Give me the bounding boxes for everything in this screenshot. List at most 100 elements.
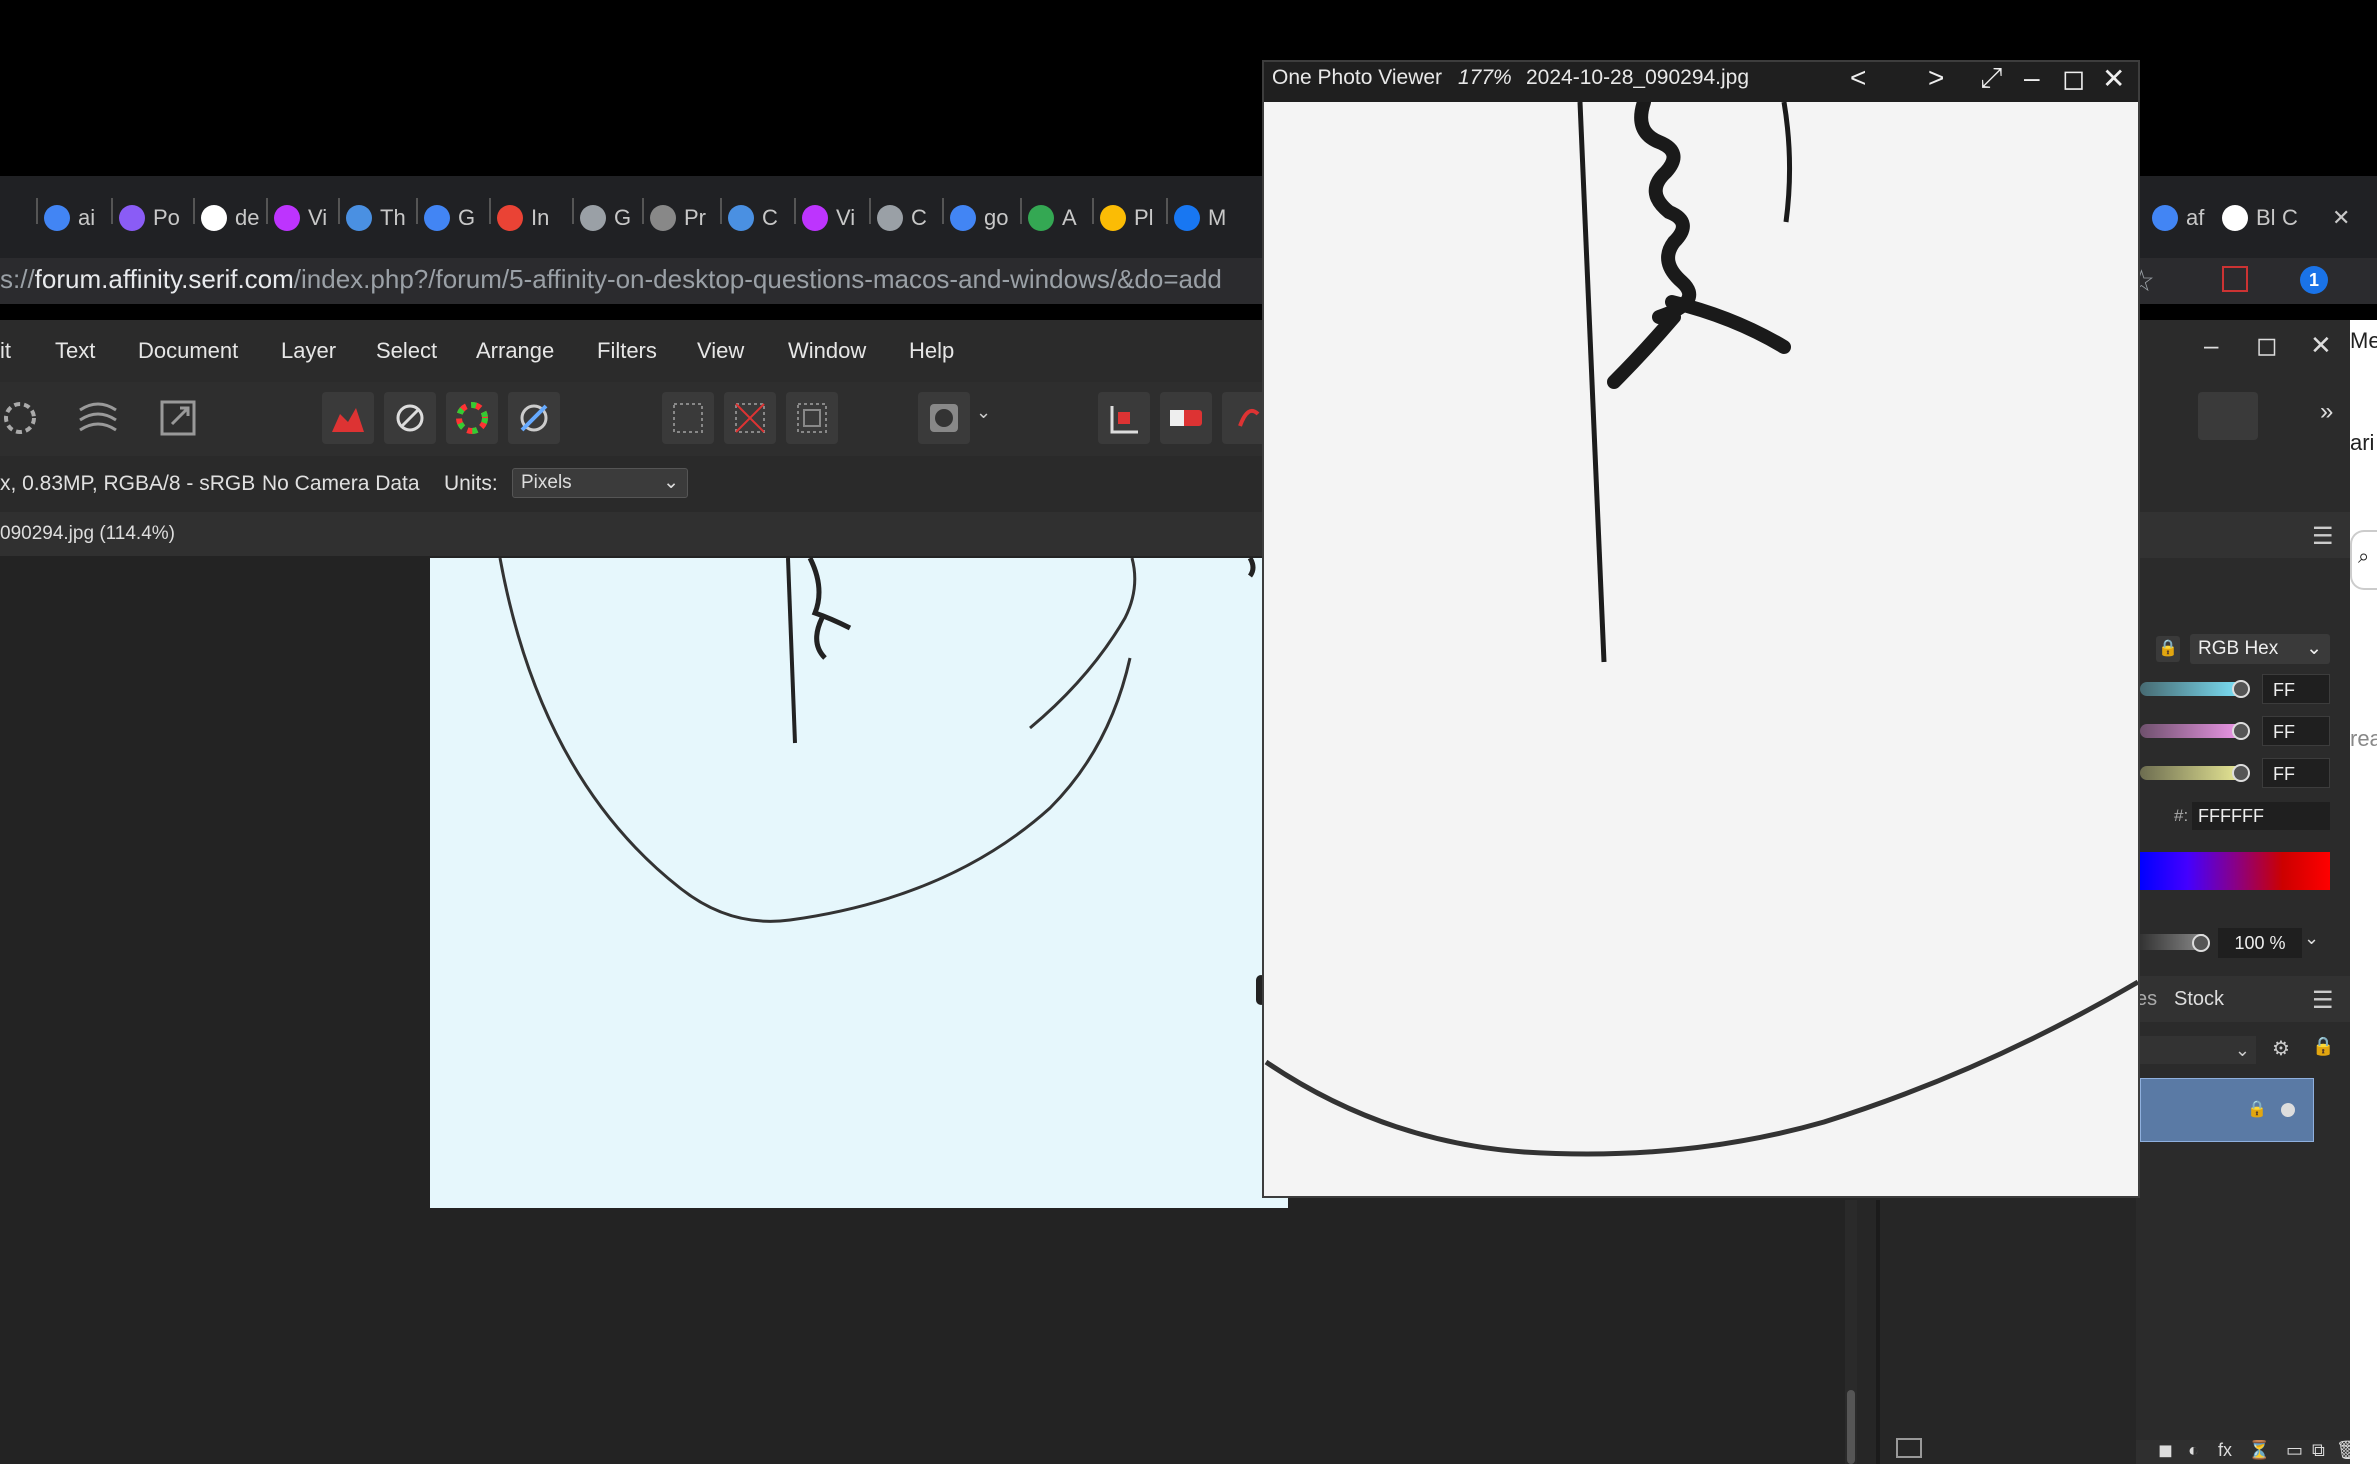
minimize-icon[interactable]: –: [2204, 330, 2218, 361]
browser-tab[interactable]: ai: [44, 198, 95, 238]
previous-icon[interactable]: <: [1850, 62, 1866, 94]
document-canvas[interactable]: [430, 556, 1288, 1208]
menu-edit[interactable]: it: [0, 338, 11, 364]
extension-icon[interactable]: [2222, 266, 2248, 292]
channel-value-input[interactable]: FF: [2262, 716, 2330, 746]
browser-tab[interactable]: C: [877, 198, 927, 238]
browser-tab[interactable]: go: [950, 198, 1008, 238]
menu-view[interactable]: View: [697, 338, 744, 364]
color-spectrum[interactable]: [2140, 852, 2330, 890]
close-icon[interactable]: ✕: [2310, 330, 2332, 361]
password-manager-icon[interactable]: 1: [2300, 266, 2328, 294]
tab-separator: [1020, 198, 1022, 224]
opacity-dropdown-icon[interactable]: ⌄: [2304, 928, 2319, 949]
color-mode-select[interactable]: RGB Hex ⌄: [2190, 634, 2330, 664]
layer-visibility-icon[interactable]: [2281, 1103, 2295, 1117]
levels-icon[interactable]: [322, 392, 374, 444]
menu-text[interactable]: Text: [55, 338, 95, 364]
browser-tab[interactable]: G: [580, 198, 631, 238]
channel-slider-knob[interactable]: [2232, 680, 2250, 698]
blend-mode-select[interactable]: ⌄: [2140, 1036, 2256, 1064]
assistant-icon[interactable]: [1160, 392, 1212, 444]
url-text[interactable]: s://forum.affinity.serif.com/index.php?/…: [0, 264, 1222, 295]
browser-tab[interactable]: Pr: [650, 198, 706, 238]
lock-icon[interactable]: 🔒: [2312, 1036, 2334, 1057]
group-icon[interactable]: ▭: [2286, 1440, 2303, 1461]
minimize-icon[interactable]: –: [2024, 62, 2040, 94]
maximize-icon[interactable]: ◻: [2256, 330, 2278, 361]
channel-value-input[interactable]: FF: [2262, 674, 2330, 704]
lock-icon[interactable]: 🔒: [2156, 636, 2180, 662]
tab-close-icon[interactable]: ✕: [2332, 198, 2350, 238]
browser-tab[interactable]: Vi: [274, 198, 327, 238]
maximize-icon[interactable]: ◻: [2062, 62, 2085, 95]
browser-tab[interactable]: Vi: [802, 198, 855, 238]
opacity-value[interactable]: 100 %: [2218, 928, 2302, 958]
snapping-icon[interactable]: [1098, 392, 1150, 444]
browser-tab[interactable]: Pl: [1100, 198, 1154, 238]
deselect-icon[interactable]: [724, 392, 776, 444]
opacity-slider-knob[interactable]: [2192, 934, 2210, 952]
panel-menu-icon[interactable]: ☰: [2312, 986, 2334, 1015]
scrollbar-thumb[interactable]: [1847, 1390, 1855, 1464]
browser-tab[interactable]: In: [497, 198, 549, 238]
auto-adjust-icon[interactable]: [508, 392, 560, 444]
quick-mask-dropdown-icon[interactable]: ⌄: [976, 402, 991, 423]
menu-filters[interactable]: Filters: [597, 338, 657, 364]
hsl-color-wheel-icon[interactable]: [446, 392, 498, 444]
channel-slider-knob[interactable]: [2232, 722, 2250, 740]
panel-menu-icon[interactable]: ☰: [2312, 522, 2334, 551]
gear-icon[interactable]: ⚙: [2272, 1036, 2290, 1061]
layer-lock-icon[interactable]: 🔒: [2247, 1099, 2267, 1119]
browser-tab[interactable]: de: [201, 198, 259, 238]
browser-tab[interactable]: C: [2282, 198, 2298, 238]
calendar-icon: [424, 205, 450, 231]
browser-tab[interactable]: G: [424, 198, 475, 238]
browser-tab[interactable]: af: [2152, 198, 2204, 238]
toolbar-button[interactable]: [2198, 392, 2258, 440]
browser-tab[interactable]: Po: [119, 198, 180, 238]
white-balance-icon[interactable]: [384, 392, 436, 444]
add-pixel-layer-icon[interactable]: ◼: [2158, 1440, 2173, 1461]
quick-mask-icon[interactable]: [918, 392, 970, 444]
browser-tab[interactable]: C: [728, 198, 778, 238]
channel-value-input[interactable]: FF: [2262, 758, 2330, 788]
facebook-icon: [1174, 205, 1200, 231]
adjustment-icon[interactable]: ◐: [2188, 1440, 2199, 1461]
fullscreen-icon[interactable]: ⤢: [1980, 62, 2002, 95]
invert-selection-icon[interactable]: [786, 392, 838, 444]
toolbar-overflow-icon[interactable]: »: [2320, 398, 2333, 426]
browser-tab[interactable]: M: [1174, 198, 1226, 238]
document-tab[interactable]: 090294.jpg (114.4%): [0, 523, 175, 545]
page-search-box[interactable]: ⌕: [2350, 530, 2377, 590]
menu-select[interactable]: Select: [376, 338, 437, 364]
tone-mapping-icon[interactable]: [72, 392, 124, 444]
github-icon: [201, 205, 227, 231]
menu-layer[interactable]: Layer: [281, 338, 336, 364]
menu-document[interactable]: Document: [138, 338, 238, 364]
close-icon[interactable]: ✕: [2102, 62, 2125, 95]
export-persona-icon[interactable]: [152, 392, 204, 444]
tab-separator: [869, 198, 871, 224]
url-prefix: s://: [0, 264, 35, 294]
menu-help[interactable]: Help: [909, 338, 954, 364]
menu-window[interactable]: Window: [788, 338, 866, 364]
browser-tab[interactable]: Th: [346, 198, 406, 238]
develop-persona-icon[interactable]: [0, 392, 52, 444]
selection-marquee-icon[interactable]: [662, 392, 714, 444]
fx-icon[interactable]: fx: [2218, 1440, 2232, 1461]
tab-stock[interactable]: Stock: [2174, 988, 2224, 1011]
browser-tab[interactable]: A: [1028, 198, 1077, 238]
units-select[interactable]: Pixels ⌄: [512, 468, 688, 498]
duplicate-icon[interactable]: ⧉: [2312, 1440, 2325, 1461]
menu-arrange[interactable]: Arrange: [476, 338, 554, 364]
layer-row[interactable]: 🔒: [2140, 1078, 2314, 1142]
vertical-scrollbar[interactable]: [1845, 1200, 1857, 1464]
browser-tab[interactable]: Bl: [2222, 198, 2276, 238]
hex-input[interactable]: FFFFFF: [2192, 802, 2330, 830]
next-icon[interactable]: >: [1928, 62, 1944, 94]
panel-toggle-icon[interactable]: [1896, 1438, 1922, 1458]
live-filter-icon[interactable]: ⏳: [2248, 1440, 2270, 1461]
viewer-photo[interactable]: [1264, 102, 2138, 1196]
channel-slider-knob[interactable]: [2232, 764, 2250, 782]
